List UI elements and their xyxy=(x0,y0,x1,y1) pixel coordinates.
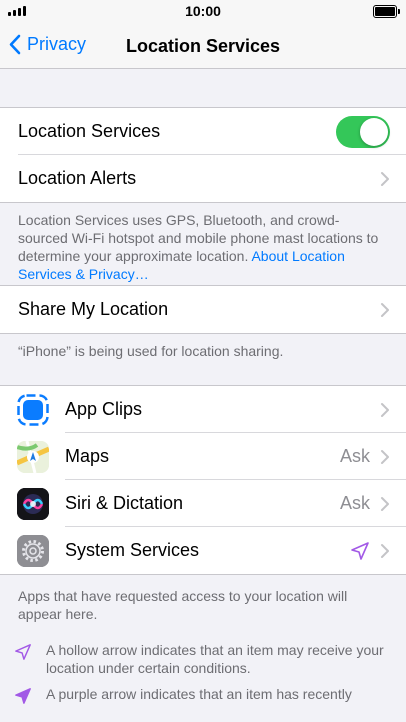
siri-icon xyxy=(17,487,49,520)
legend-text: A hollow arrow indicates that an item ma… xyxy=(46,642,384,676)
location-services-toggle[interactable] xyxy=(336,115,390,148)
chevron-right-icon xyxy=(381,171,389,186)
location-services-footnote: Location Services uses GPS, Bluetooth, a… xyxy=(0,203,406,285)
page-title: Location Services xyxy=(125,36,281,56)
app-label: Maps xyxy=(65,446,110,466)
navigation-bar: Privacy Location Services xyxy=(0,24,406,69)
battery-icon xyxy=(373,5,400,18)
apps-group: App Clips Maps Ask Siri & Dictation Ask … xyxy=(0,385,406,575)
legend-text: A purple arrow indicates that an item ha… xyxy=(46,686,352,702)
app-label: System Services xyxy=(65,540,200,560)
app-permission-value: Ask xyxy=(339,493,370,513)
share-my-location-row[interactable]: Share My Location xyxy=(0,286,406,333)
chevron-right-icon xyxy=(381,449,389,464)
app-permission-value: Ask xyxy=(339,446,370,466)
app-label: App Clips xyxy=(65,399,143,419)
apps-footnote: Apps that have requested access to your … xyxy=(18,588,348,622)
app-row-app-clips[interactable]: App Clips xyxy=(0,386,406,433)
legend-item: A hollow arrow indicates that an item ma… xyxy=(0,641,406,685)
chevron-right-icon xyxy=(381,496,389,511)
hollow-arrow-icon xyxy=(14,641,34,665)
app-row-system-services[interactable]: System Services xyxy=(0,527,406,574)
share-footnote: “iPhone” is being used for location shar… xyxy=(18,343,284,359)
app-clips-icon xyxy=(17,393,49,426)
location-services-group: Location Services Location Alerts xyxy=(0,107,406,203)
chevron-right-icon xyxy=(381,302,389,317)
chevron-right-icon xyxy=(381,543,389,558)
share-location-group: Share My Location xyxy=(0,285,406,334)
share-my-location-label: Share My Location xyxy=(18,299,169,319)
location-services-row: Location Services xyxy=(0,108,406,155)
chevron-right-icon xyxy=(381,402,389,417)
settings-gear-icon xyxy=(17,534,49,567)
location-alerts-label: Location Alerts xyxy=(18,168,137,188)
app-row-maps[interactable]: Maps Ask xyxy=(0,433,406,480)
location-services-label: Location Services xyxy=(18,121,161,141)
purple-arrow-icon xyxy=(14,685,34,709)
maps-icon xyxy=(17,440,49,473)
status-bar: 10:00 xyxy=(0,0,406,24)
location-alerts-row[interactable]: Location Alerts xyxy=(0,155,406,202)
app-label: Siri & Dictation xyxy=(65,493,184,513)
location-arrow-icon xyxy=(351,541,369,560)
legend-item: A purple arrow indicates that an item ha… xyxy=(0,685,406,709)
app-row-siri[interactable]: Siri & Dictation Ask xyxy=(0,480,406,527)
status-time: 10:00 xyxy=(185,3,221,19)
